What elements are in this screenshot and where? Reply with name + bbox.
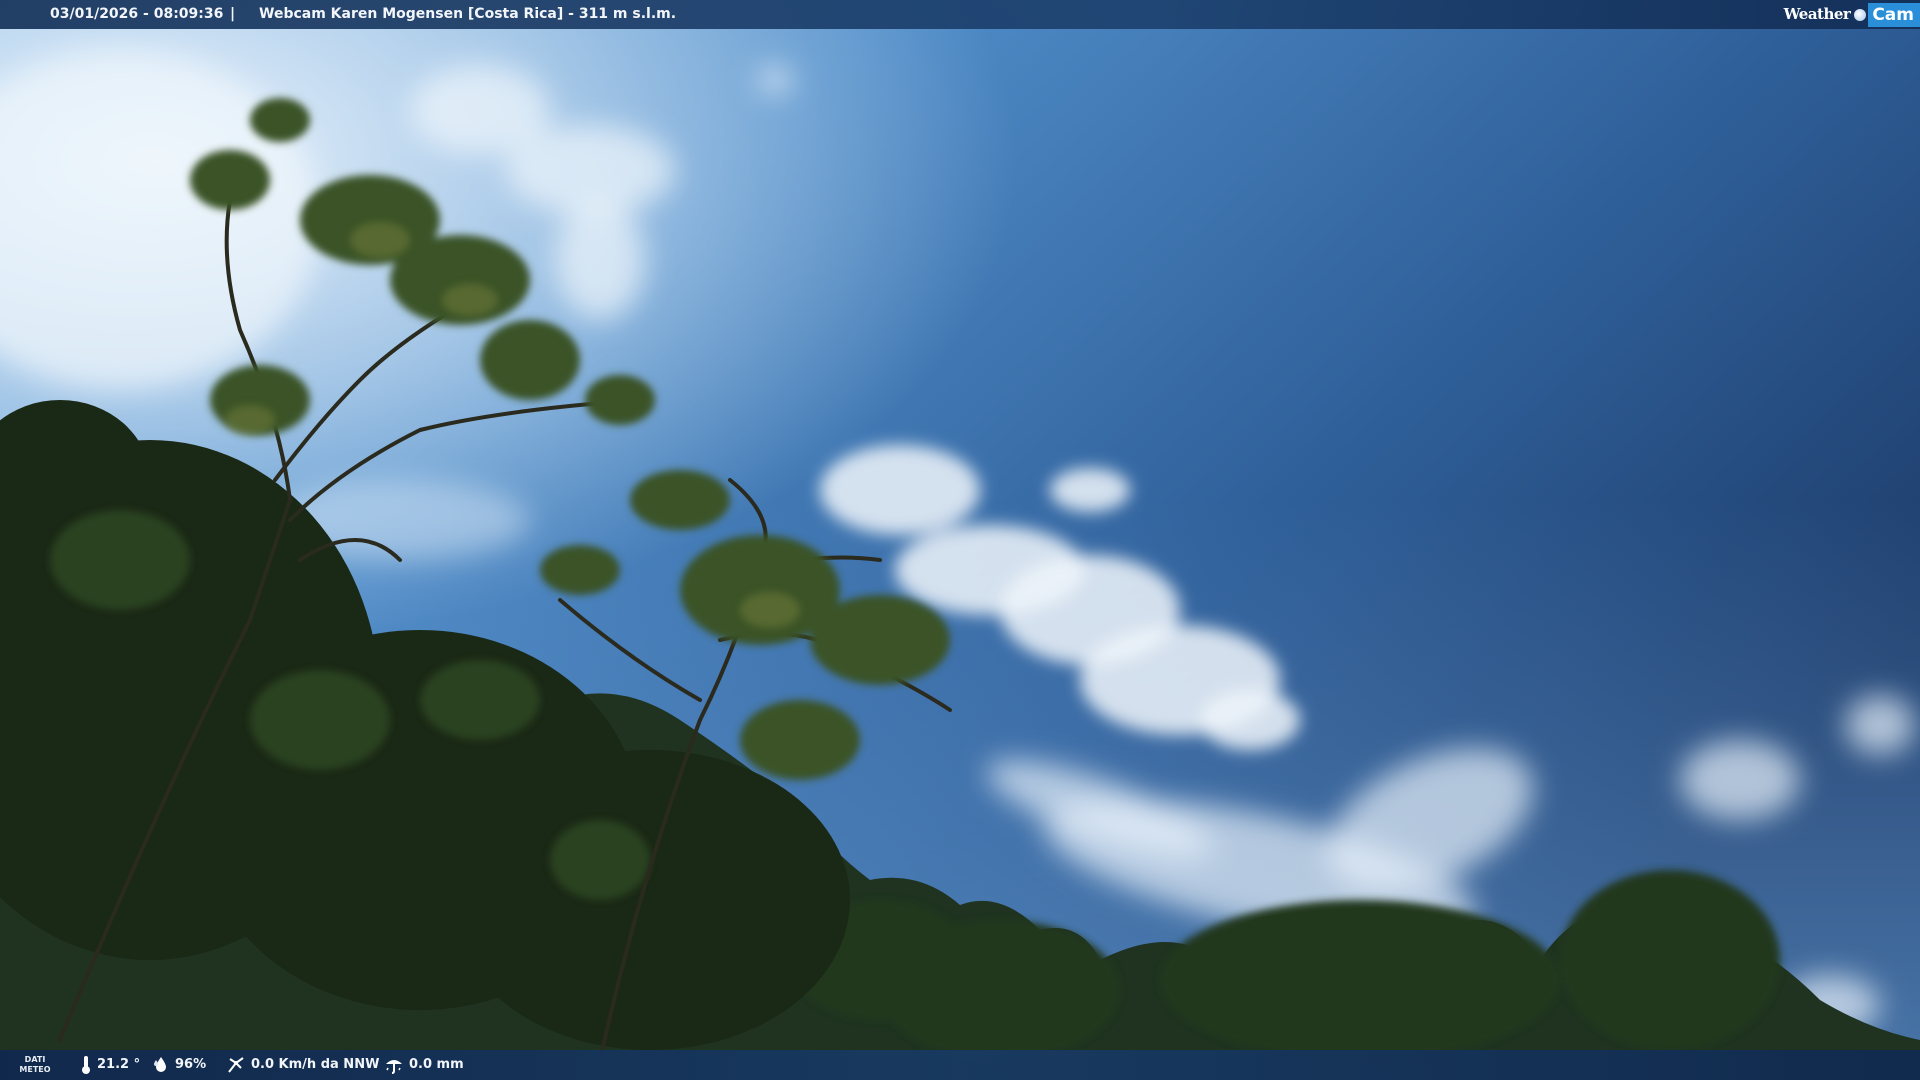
temperature-value: 21.2 °	[97, 1057, 141, 1072]
wind-value: 0.0 Km/h da NNW	[251, 1057, 380, 1072]
thermometer-icon	[82, 1056, 90, 1074]
weather-data-bar: DATI METEO 21.2 ° 96% 0.0 Km/h da NNW 0.…	[0, 1050, 1920, 1080]
rain-gauge-icon	[386, 1060, 402, 1074]
rain-stat: 0.0 mm	[384, 1050, 464, 1080]
meteo-label-line1: DATI	[24, 1055, 46, 1064]
humidity-value: 96%	[175, 1057, 207, 1072]
webcam-image	[0, 0, 1920, 1080]
weathercam-logo[interactable]: Weather Cam	[1778, 0, 1920, 29]
wind-stat: 0.0 Km/h da NNW	[226, 1050, 379, 1080]
webcam-title: Webcam Karen Mogensen [Costa Rica] - 311…	[259, 6, 677, 22]
logo-cam-text: Cam	[1868, 2, 1920, 27]
wind-icon	[228, 1057, 244, 1073]
humidity-drop-icon	[154, 1057, 166, 1072]
meteo-label-line2: METEO	[19, 1065, 51, 1074]
rain-value: 0.0 mm	[409, 1057, 464, 1072]
capture-datetime: 03/01/2026 - 08:09:36	[50, 6, 224, 22]
temperature-stat: 21.2 °	[80, 1050, 140, 1080]
meteo-data-label: DATI METEO	[16, 1055, 54, 1075]
header-separator: |	[230, 6, 236, 22]
humidity-stat: 96%	[152, 1050, 206, 1080]
webcam-header-bar: 03/01/2026 - 08:09:36 | Webcam Karen Mog…	[0, 0, 1920, 29]
logo-weather-text: Weather	[1783, 5, 1851, 23]
logo-dot-icon	[1854, 8, 1867, 21]
